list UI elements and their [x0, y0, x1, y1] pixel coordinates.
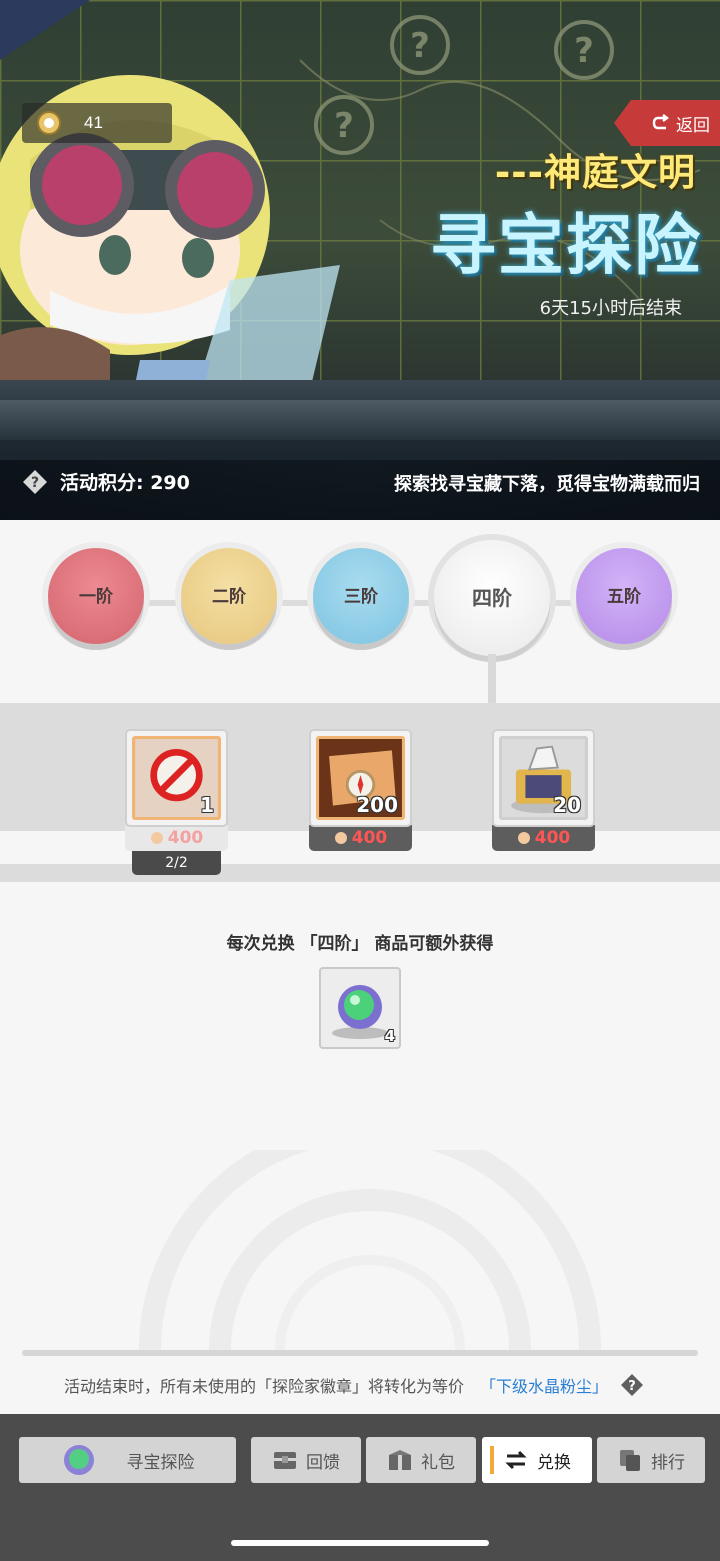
- badge-counter: 41: [22, 103, 172, 143]
- item-quantity: 1: [200, 793, 214, 817]
- event-slogan: 探索找寻宝藏下落，觅得宝物满载而归: [394, 474, 700, 495]
- badge-currency-icon: [150, 832, 163, 844]
- item-price-value: 400: [351, 828, 388, 848]
- badge-currency-icon: [517, 832, 530, 844]
- gift-box-icon: [389, 1450, 411, 1470]
- item-price: 400: [309, 825, 412, 851]
- tier-1-button[interactable]: 一阶: [48, 548, 144, 644]
- exchange-arrows-icon: [505, 1450, 527, 1470]
- return-arrow-icon: [652, 114, 669, 130]
- bonus-reward-item[interactable]: 4: [319, 967, 401, 1049]
- item-price-value: 400: [534, 828, 571, 848]
- tab-label: 寻宝探险: [126, 1452, 195, 1473]
- help-icon[interactable]: ?: [22, 469, 48, 495]
- purchase-limit: 2/2: [132, 851, 221, 875]
- event-banner: ??? 41 返回 ---神庭文明 寻宝探险 6天15小时后结束 ? 活动积分:…: [0, 0, 720, 520]
- event-points-label: 活动积分: 290: [60, 472, 190, 494]
- shop-item[interactable]: 200 400: [309, 729, 412, 851]
- tier-4-button-selected[interactable]: 四阶: [434, 540, 550, 656]
- decorative-watermark: [139, 1150, 601, 1350]
- tab-label: 回馈: [306, 1452, 340, 1473]
- tier-label: 一阶: [79, 586, 113, 607]
- shop-item[interactable]: 20 400: [492, 729, 595, 851]
- tab-label: 兑换: [537, 1452, 571, 1473]
- tab-label: 礼包: [421, 1452, 455, 1473]
- svg-text:?: ?: [574, 31, 594, 71]
- shop-items-footer: [0, 864, 720, 882]
- event-countdown: 6天15小时后结束: [539, 298, 682, 319]
- item-price: 400: [125, 825, 228, 851]
- section-divider: [22, 1350, 698, 1356]
- return-label: 返回: [676, 115, 710, 136]
- conversion-note: 活动结束时，所有未使用的「探险家徽章」将转化为等价 「下级水晶粉尘」 ?: [64, 1373, 644, 1397]
- event-title: 寻宝探险: [430, 207, 702, 284]
- tier-label: 二阶: [212, 586, 246, 607]
- badge-currency-icon: [334, 832, 347, 844]
- system-nav-area: [0, 1512, 720, 1561]
- svg-text:?: ?: [628, 1379, 636, 1394]
- gem-orb-icon: [63, 1445, 94, 1475]
- item-price: 400: [492, 825, 595, 851]
- tab-rewards[interactable]: 回馈: [251, 1437, 361, 1483]
- chest-icon: [274, 1452, 296, 1469]
- tier-label: 四阶: [472, 585, 512, 610]
- bonus-description: 每次兑换 「四阶」 商品可额外获得: [226, 934, 494, 954]
- event-points: ? 活动积分: 290: [22, 468, 190, 495]
- return-button[interactable]: 返回: [614, 100, 720, 146]
- svg-text:?: ?: [31, 475, 39, 491]
- item-price-value: 400: [167, 828, 204, 848]
- tier-label: 三阶: [344, 586, 378, 607]
- ranking-icon: [620, 1450, 640, 1471]
- item-quantity: 20: [553, 793, 581, 817]
- tab-ranking[interactable]: 排行: [597, 1437, 705, 1483]
- event-subtitle: ---神庭文明: [494, 151, 696, 194]
- tab-exchange[interactable]: 兑换: [482, 1437, 592, 1483]
- bonus-quantity: 4: [384, 1027, 395, 1045]
- tier-2-button[interactable]: 二阶: [181, 548, 277, 644]
- tier-3-button[interactable]: 三阶: [313, 548, 409, 644]
- conversion-note-text: 活动结束时，所有未使用的「探险家徽章」将转化为等价: [64, 1377, 465, 1396]
- explorer-badge-icon: [37, 111, 61, 135]
- svg-text:?: ?: [410, 26, 430, 66]
- tier-connector: [488, 654, 496, 704]
- tab-label: 排行: [651, 1452, 685, 1473]
- tier-5-button[interactable]: 五阶: [576, 548, 672, 644]
- tab-treasure-hunt[interactable]: 寻宝探险: [19, 1437, 236, 1483]
- tab-gift-pack[interactable]: 礼包: [366, 1437, 476, 1483]
- home-indicator[interactable]: [231, 1540, 489, 1546]
- shop-item[interactable]: 1 400 2/2: [125, 729, 228, 875]
- tier-label: 五阶: [607, 586, 641, 607]
- crystal-dust-link[interactable]: 「下级水晶粉尘」: [480, 1373, 608, 1397]
- item-quantity: 200: [356, 793, 398, 817]
- help-icon[interactable]: ?: [620, 1373, 644, 1397]
- badge-count: 41: [84, 113, 103, 132]
